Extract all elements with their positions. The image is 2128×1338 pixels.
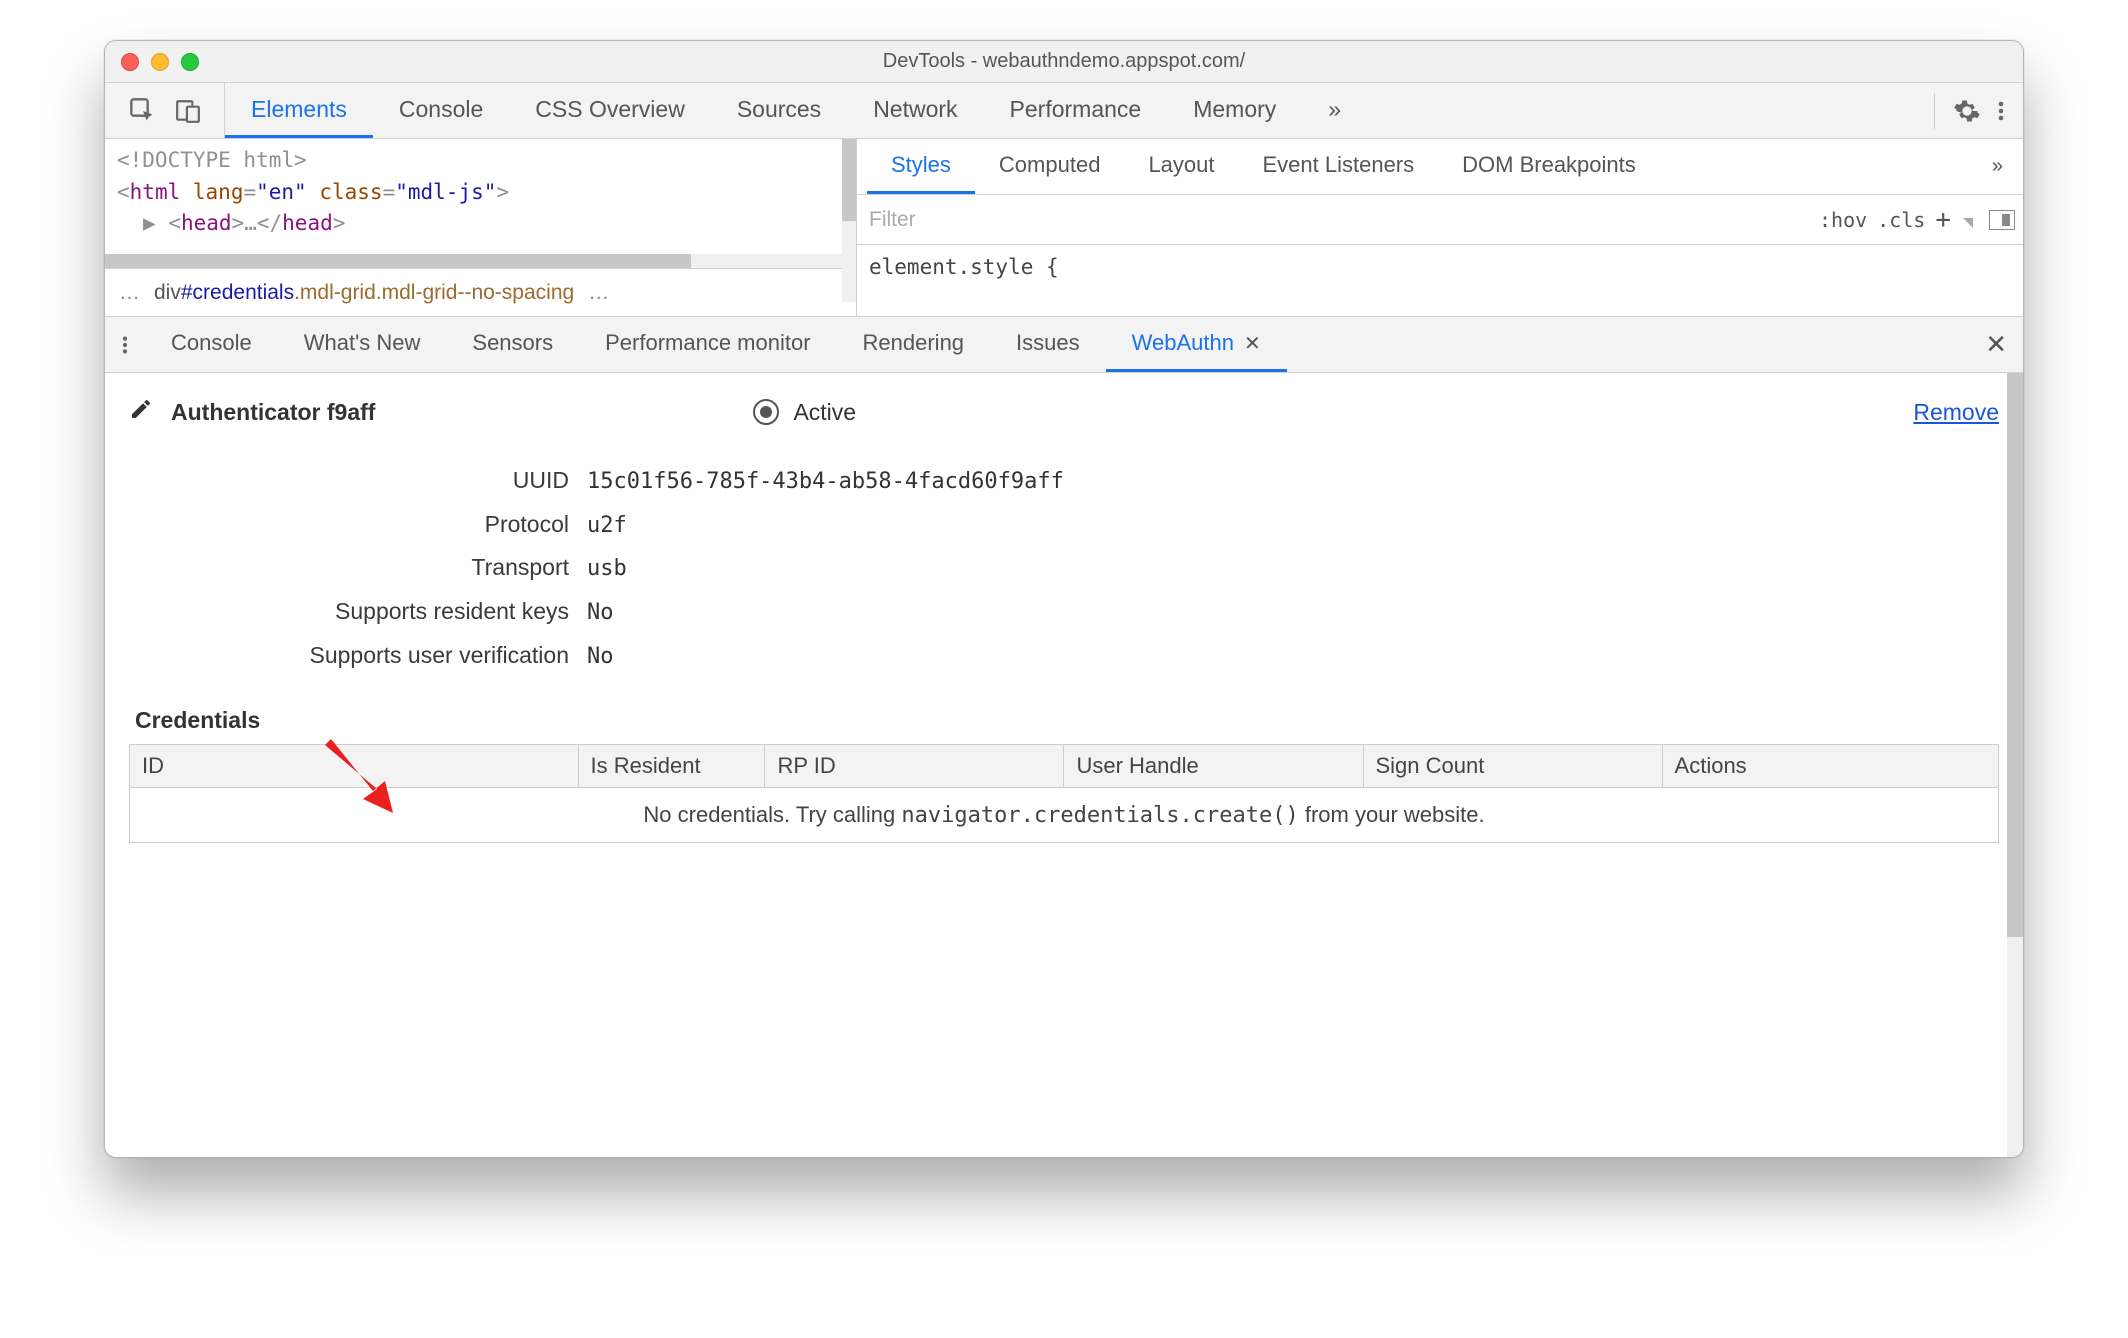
tab-elements[interactable]: Elements [225, 83, 373, 138]
authenticator-header: Authenticator f9aff Active Remove [129, 397, 1999, 427]
device-toolbar-icon[interactable] [175, 97, 201, 125]
table-empty-row: No credentials. Try calling navigator.cr… [130, 788, 1999, 843]
dom-source[interactable]: <!DOCTYPE html> <html lang="en" class="m… [105, 139, 856, 254]
edit-icon[interactable] [129, 397, 153, 427]
drawer-tab-rendering[interactable]: Rendering [837, 317, 991, 372]
new-style-rule-button[interactable]: + [1935, 205, 1951, 235]
drawer-tab-performance-monitor[interactable]: Performance monitor [579, 317, 836, 372]
dom-vertical-scrollbar[interactable] [842, 139, 856, 302]
prop-row-user-verification: Supports user verificationNo [129, 634, 1999, 678]
prop-row-protocol: Protocolu2f [129, 503, 1999, 547]
credentials-table: ID Is Resident RP ID User Handle Sign Co… [129, 744, 1999, 843]
tab-sources[interactable]: Sources [711, 83, 847, 138]
active-radio[interactable] [753, 399, 779, 425]
tab-css-overview[interactable]: CSS Overview [509, 83, 711, 138]
drawer-tab-console[interactable]: Console [145, 317, 278, 372]
cls-toggle[interactable]: .cls [1877, 208, 1925, 232]
drawer-tab-webauthn[interactable]: WebAuthn ✕ [1106, 317, 1287, 372]
drawer-tabstrip: Console What's New Sensors Performance m… [105, 317, 2023, 373]
close-tab-icon[interactable]: ✕ [1244, 331, 1261, 356]
authenticator-properties: UUID15c01f56-785f-43b4-ab58-4facd60f9aff… [129, 459, 1999, 677]
empty-text-post: from your website. [1299, 802, 1485, 827]
subtab-computed[interactable]: Computed [975, 139, 1125, 194]
subtab-styles[interactable]: Styles [867, 139, 975, 194]
empty-code: navigator.credentials.create() [901, 803, 1298, 828]
dogear-icon [1963, 218, 1973, 228]
divider [1934, 93, 1935, 129]
breadcrumb[interactable]: … div#credentials.mdl-grid.mdl-grid--no-… [105, 268, 856, 316]
drawer-kebab-icon[interactable] [105, 317, 145, 372]
styles-panel: Styles Computed Layout Event Listeners D… [857, 139, 2023, 316]
titlebar: DevTools - webauthndemo.appspot.com/ [105, 41, 2023, 83]
drawer-tab-issues[interactable]: Issues [990, 317, 1106, 372]
prop-row-uuid: UUID15c01f56-785f-43b4-ab58-4facd60f9aff [129, 459, 1999, 503]
tabs-overflow-button[interactable]: » [1302, 83, 1367, 138]
subtab-dom-breakpoints[interactable]: DOM Breakpoints [1438, 139, 1660, 194]
empty-text-pre: No credentials. Try calling [643, 802, 901, 827]
panel-vertical-scrollbar[interactable] [2007, 373, 2023, 1157]
authenticator-name: Authenticator f9aff [171, 399, 375, 426]
hov-toggle[interactable]: :hov [1819, 208, 1867, 232]
main-tabs: Elements Console CSS Overview Sources Ne… [225, 83, 1367, 138]
styles-filter-input[interactable] [867, 207, 1819, 233]
tab-memory[interactable]: Memory [1167, 83, 1302, 138]
toggle-sidebar-icon[interactable] [1989, 210, 2015, 230]
subtab-layout[interactable]: Layout [1124, 139, 1238, 194]
prop-row-resident-keys: Supports resident keysNo [129, 590, 1999, 634]
dom-horizontal-scrollbar[interactable] [105, 254, 856, 268]
tab-console[interactable]: Console [373, 83, 509, 138]
source-line-html: <html lang="en" class="mdl-js"> [117, 177, 844, 209]
inspect-element-icon[interactable] [129, 97, 157, 125]
close-drawer-icon[interactable]: ✕ [1969, 317, 2023, 372]
kebab-menu-icon[interactable] [1989, 97, 2013, 125]
credentials-title: Credentials [135, 707, 1999, 734]
col-is-resident[interactable]: Is Resident [578, 745, 765, 788]
window-title: DevTools - webauthndemo.appspot.com/ [105, 50, 2023, 73]
drawer-tab-sensors[interactable]: Sensors [446, 317, 579, 372]
main-tabstrip: Elements Console CSS Overview Sources Ne… [105, 83, 2023, 139]
source-line-doctype: <!DOCTYPE html> [117, 145, 844, 177]
styles-subtabs: Styles Computed Layout Event Listeners D… [857, 139, 2023, 195]
elements-split: <!DOCTYPE html> <html lang="en" class="m… [105, 139, 2023, 317]
dom-tree-panel: <!DOCTYPE html> <html lang="en" class="m… [105, 139, 857, 316]
gear-icon[interactable] [1953, 97, 1981, 125]
col-actions[interactable]: Actions [1662, 745, 1998, 788]
active-radio-label: Active [793, 399, 856, 426]
tab-network[interactable]: Network [847, 83, 983, 138]
subtabs-overflow-button[interactable]: » [1982, 139, 2013, 194]
col-user-handle[interactable]: User Handle [1064, 745, 1363, 788]
element-style-rule[interactable]: element.style { [857, 245, 2023, 289]
table-header-row: ID Is Resident RP ID User Handle Sign Co… [130, 745, 1999, 788]
col-rp-id[interactable]: RP ID [765, 745, 1064, 788]
col-id[interactable]: ID [130, 745, 579, 788]
col-sign-count[interactable]: Sign Count [1363, 745, 1662, 788]
webauthn-panel: Authenticator f9aff Active Remove UUID15… [105, 373, 2023, 1157]
tab-performance[interactable]: Performance [984, 83, 1168, 138]
breadcrumb-right-ellipsis[interactable]: … [588, 281, 609, 305]
breadcrumb-left-ellipsis[interactable]: … [119, 281, 140, 305]
styles-filter-bar: :hov .cls + [857, 195, 2023, 245]
devtools-window: DevTools - webauthndemo.appspot.com/ Ele… [104, 40, 2024, 1158]
prop-row-transport: Transportusb [129, 546, 1999, 590]
source-line-head: ▶ <head>…</head> [117, 208, 844, 240]
breadcrumb-selected[interactable]: div#credentials.mdl-grid.mdl-grid--no-sp… [154, 281, 574, 305]
drawer-tab-whats-new[interactable]: What's New [278, 317, 447, 372]
remove-authenticator-link[interactable]: Remove [1913, 399, 1999, 426]
subtab-event-listeners[interactable]: Event Listeners [1239, 139, 1439, 194]
